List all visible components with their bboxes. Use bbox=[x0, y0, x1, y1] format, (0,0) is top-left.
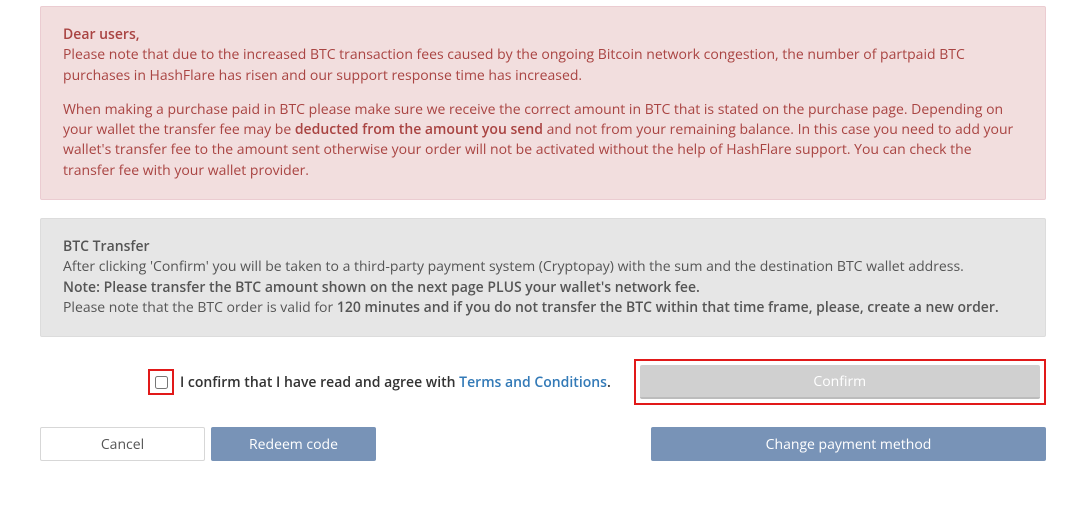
change-payment-method-button[interactable]: Change payment method bbox=[651, 427, 1046, 461]
confirm-button[interactable]: Confirm bbox=[640, 365, 1040, 399]
redeem-code-button[interactable]: Redeem code bbox=[211, 427, 376, 461]
terms-left: I confirm that I have read and agree wit… bbox=[40, 369, 634, 395]
info-line-2: Note: Please transfer the BTC amount sho… bbox=[63, 278, 1023, 298]
btc-transfer-info: BTC Transfer After clicking 'Confirm' yo… bbox=[40, 218, 1046, 337]
warning-alert: Dear users, Please note that due to the … bbox=[40, 6, 1046, 200]
cancel-button[interactable]: Cancel bbox=[40, 427, 205, 461]
checkout-page: Dear users, Please note that due to the … bbox=[0, 0, 1086, 491]
info-line-1: After clicking 'Confirm' you will be tak… bbox=[63, 257, 1023, 277]
checkbox-highlight bbox=[148, 369, 174, 395]
action-row: Cancel Redeem code Change payment method bbox=[40, 427, 1046, 461]
confirm-cell: Confirm bbox=[634, 359, 1046, 405]
alert-salutation: Dear users, bbox=[63, 25, 140, 44]
terms-row: I confirm that I have read and agree wit… bbox=[40, 359, 1046, 405]
alert-paragraph-2: When making a purchase paid in BTC pleas… bbox=[63, 100, 1023, 181]
info-line-3: Please note that the BTC order is valid … bbox=[63, 298, 1023, 318]
confirm-highlight: Confirm bbox=[634, 359, 1046, 405]
terms-label: I confirm that I have read and agree wit… bbox=[180, 373, 611, 392]
info-title: BTC Transfer bbox=[63, 237, 1023, 257]
terms-link[interactable]: Terms and Conditions bbox=[459, 373, 607, 392]
terms-checkbox[interactable] bbox=[155, 376, 168, 389]
alert-paragraph-1: Please note that due to the increased BT… bbox=[63, 45, 965, 84]
